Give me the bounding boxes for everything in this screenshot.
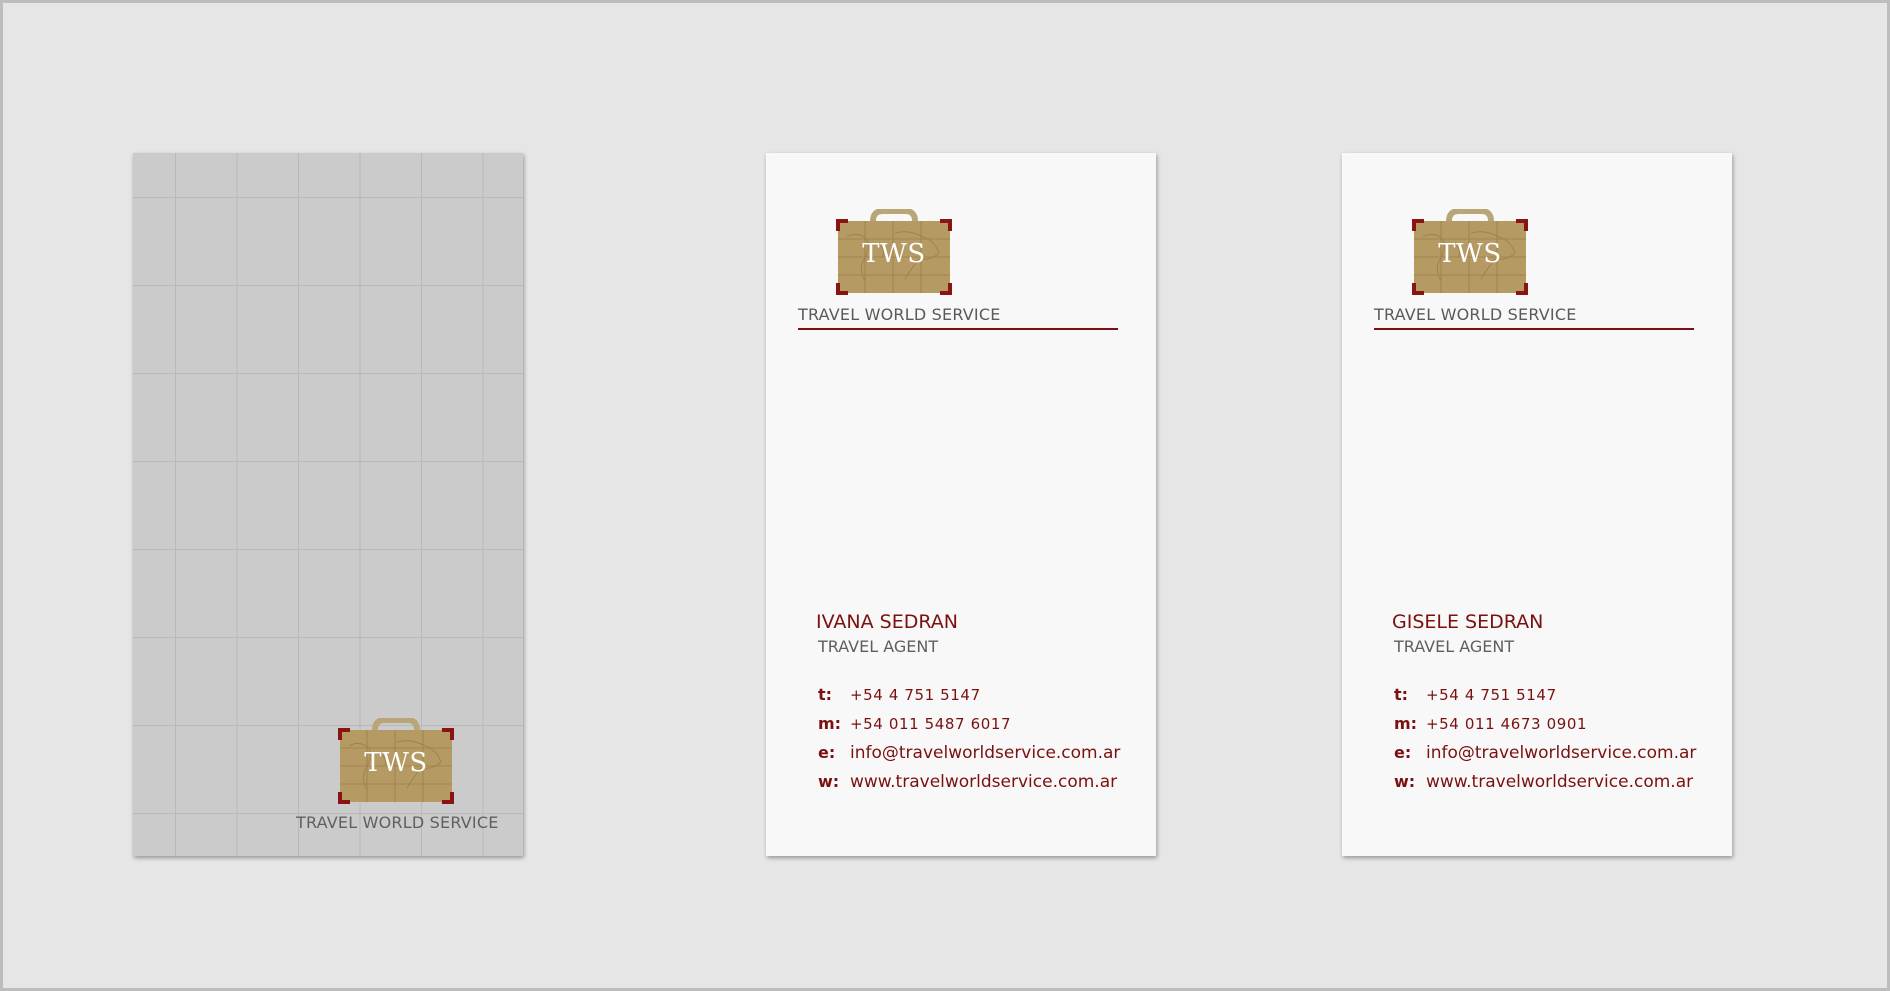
- phone-label: t:: [818, 685, 833, 704]
- tws-suitcase-logo: TWS: [1411, 209, 1529, 295]
- tws-suitcase-logo: TWS: [337, 718, 455, 804]
- person-role: TRAVEL AGENT: [1394, 637, 1515, 656]
- website-label: w:: [818, 772, 840, 791]
- phone-value: +54 4 751 5147: [850, 686, 981, 704]
- logo-monogram: TWS: [862, 239, 926, 269]
- phone-label: t:: [1394, 685, 1409, 704]
- logo-monogram: TWS: [1438, 239, 1502, 269]
- email-label: e:: [1394, 743, 1412, 762]
- tws-suitcase-logo: TWS: [835, 209, 953, 295]
- brand-name: TRAVEL WORLD SERVICE: [296, 813, 499, 832]
- person-name: GISELE SEDRAN: [1392, 611, 1544, 633]
- email-value: info@travelworldservice.com.ar: [850, 743, 1121, 763]
- email-label: e:: [818, 743, 836, 762]
- brand-name: TRAVEL WORLD SERVICE: [1374, 305, 1577, 324]
- person-role: TRAVEL AGENT: [818, 637, 939, 656]
- email-value: info@travelworldservice.com.ar: [1426, 743, 1697, 763]
- business-card-gisele: TWS TRAVEL WORLD SERVICE GISELE SEDRAN T…: [1342, 153, 1732, 856]
- business-card-ivana: TWS TRAVEL WORLD SERVICE IVANA SEDRAN TR…: [766, 153, 1156, 856]
- brand-divider: [1374, 328, 1694, 330]
- brand-divider: [798, 328, 1118, 330]
- mobile-label: m:: [1394, 714, 1418, 733]
- brand-name: TRAVEL WORLD SERVICE: [798, 305, 1001, 324]
- phone-value: +54 4 751 5147: [1426, 686, 1557, 704]
- website-value: www.travelworldservice.com.ar: [1426, 772, 1694, 792]
- person-name: IVANA SEDRAN: [816, 611, 958, 633]
- mockup-frame: TWS TRAVEL WORLD SERVICE TWS TRAVEL WORL…: [0, 0, 1890, 991]
- card-back: TWS TRAVEL WORLD SERVICE: [133, 153, 523, 856]
- mobile-value: +54 011 4673 0901: [1426, 715, 1588, 733]
- mobile-value: +54 011 5487 6017: [850, 715, 1012, 733]
- website-label: w:: [1394, 772, 1416, 791]
- mobile-label: m:: [818, 714, 842, 733]
- website-value: www.travelworldservice.com.ar: [850, 772, 1118, 792]
- logo-monogram: TWS: [364, 748, 428, 778]
